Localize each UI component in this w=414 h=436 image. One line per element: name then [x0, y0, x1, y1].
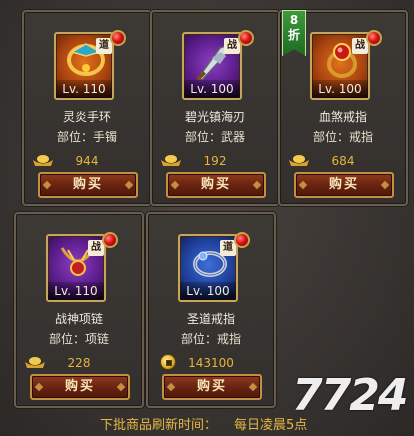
item-icon-frame[interactable]: 战 Lv. 110 — [46, 234, 106, 302]
item-level: Lv. 110 — [56, 80, 112, 98]
item-slot: 部位：戒指 — [312, 130, 373, 144]
shop-item-card: 道 Lv. 110 灵炎手环 部位：手镯 944 购买 — [22, 10, 152, 206]
shop-item-card: 战 Lv. 110 战神项链 部位：项链 228 购买 — [14, 212, 144, 408]
price-row: 228 — [16, 354, 142, 372]
red-gem-icon — [234, 232, 250, 248]
item-price: 944 — [75, 154, 99, 168]
item-level: Lv. 100 — [184, 80, 240, 98]
item-icon-frame[interactable]: 道 Lv. 100 — [178, 234, 238, 302]
item-slot: 部位：手镯 — [56, 130, 117, 144]
item-slot: 部位：武器 — [184, 130, 245, 144]
price-row: 684 — [280, 152, 406, 170]
item-slot: 部位：项链 — [48, 332, 109, 346]
site-watermark: 7724 — [292, 370, 408, 421]
item-price: 143100 — [188, 356, 234, 370]
shop-panel: 道 Lv. 110 灵炎手环 部位：手镯 944 购买 战 Lv. 100 碧光… — [0, 0, 414, 436]
buy-button[interactable]: 购买 — [294, 172, 394, 198]
red-gem-icon — [102, 232, 118, 248]
red-gem-icon — [366, 30, 382, 46]
item-name: 血煞戒指 — [318, 110, 367, 124]
item-slot: 部位：戒指 — [180, 332, 241, 346]
item-name: 圣道戒指 — [186, 312, 235, 326]
buy-button[interactable]: 购买 — [166, 172, 266, 198]
item-price: 228 — [67, 356, 91, 370]
buy-button[interactable]: 购买 — [162, 374, 262, 400]
refresh-label: 下批商品刷新时间： — [100, 418, 218, 433]
item-icon-frame[interactable]: 战 Lv. 100 — [310, 32, 370, 100]
shop-item-card: 战 Lv. 100 碧光镇海刃 部位：武器 192 购买 — [150, 10, 280, 206]
item-level: Lv. 100 — [180, 282, 236, 300]
item-price: 684 — [331, 154, 355, 168]
discount-label: 8 折 — [287, 13, 300, 42]
item-level: Lv. 100 — [312, 80, 368, 98]
item-icon-frame[interactable]: 战 Lv. 100 — [182, 32, 242, 100]
price-row: 192 — [152, 152, 278, 170]
price-row: 143100 — [148, 354, 274, 372]
buy-button[interactable]: 购买 — [30, 374, 130, 400]
shop-item-card: 道 Lv. 100 圣道戒指 部位：戒指 143100 购买 — [146, 212, 276, 408]
price-row: 944 — [24, 152, 150, 170]
buy-button[interactable]: 购买 — [38, 172, 138, 198]
item-price: 192 — [203, 154, 227, 168]
item-level: Lv. 110 — [48, 282, 104, 300]
item-name: 灵炎手环 — [62, 110, 111, 124]
red-gem-icon — [110, 30, 126, 46]
item-name: 战神项链 — [54, 312, 103, 326]
item-icon-frame[interactable]: 道 Lv. 110 — [54, 32, 114, 100]
item-name: 碧光镇海刃 — [184, 110, 245, 124]
discount-ribbon: 8 折 — [282, 10, 306, 56]
red-gem-icon — [238, 30, 254, 46]
